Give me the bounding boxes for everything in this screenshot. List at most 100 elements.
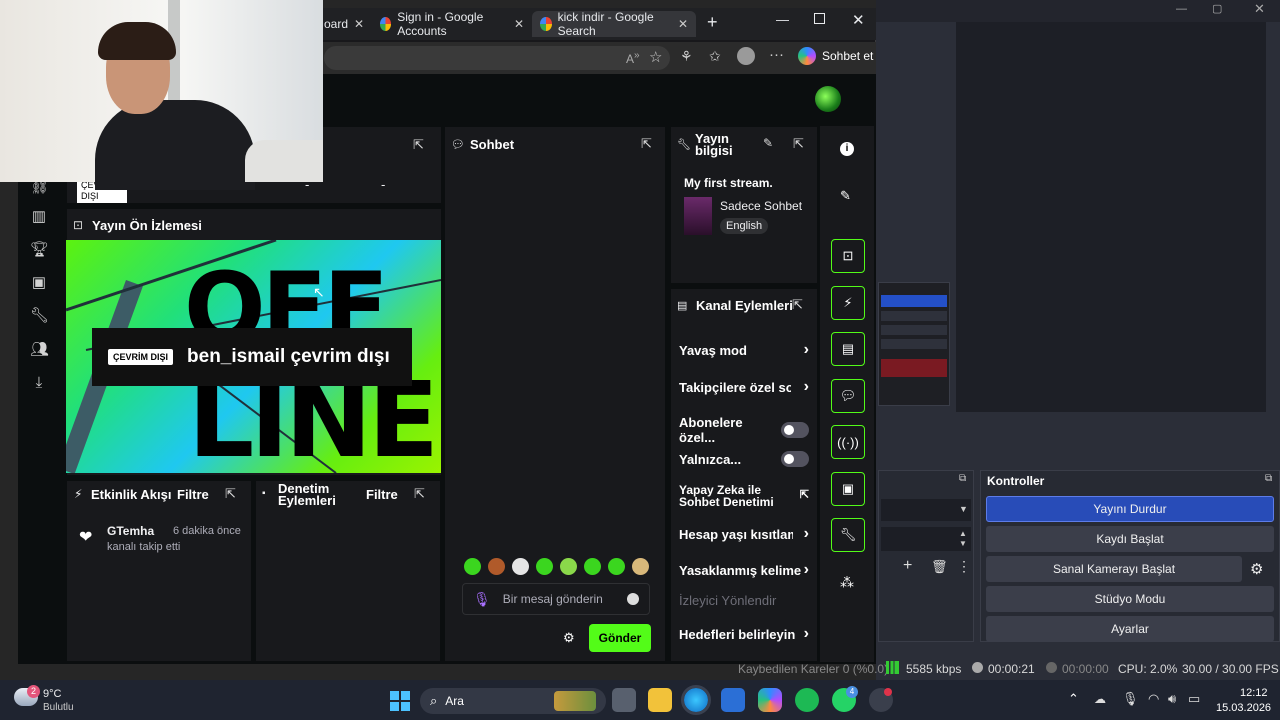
tab-google-accounts[interactable]: Sign in - Google Accounts ✕ xyxy=(372,10,532,38)
popout-icon[interactable]: ⇱ xyxy=(413,137,424,153)
start-virtual-camera-button[interactable]: Sanal Kamerayı Başlat xyxy=(986,556,1242,582)
profile-avatar[interactable] xyxy=(737,47,755,65)
wrench-toggle-button[interactable]: 🔧︎ xyxy=(831,518,865,552)
broadcast-toggle-button[interactable]: ((·)) xyxy=(831,425,865,459)
trophy-icon[interactable]: 🏆︎ xyxy=(30,241,49,259)
popout-icon[interactable]: ⇱ xyxy=(641,136,652,152)
emote-icon[interactable] xyxy=(560,558,577,575)
obs-close-icon[interactable]: ✕ xyxy=(1254,1,1265,17)
emote-icon[interactable] xyxy=(512,558,529,575)
new-tab-icon[interactable]: + xyxy=(707,12,718,33)
stop-stream-button[interactable]: Yayını Durdur xyxy=(986,496,1274,522)
close-icon[interactable]: ✕ xyxy=(852,11,865,29)
action-banned-words[interactable]: Yasaklanmış kelime › xyxy=(679,561,809,579)
spin-down-icon[interactable]: ▼ xyxy=(959,539,967,548)
send-button[interactable]: Gönder xyxy=(589,624,651,652)
virtual-camera-settings-icon[interactable]: ⚙ xyxy=(1250,560,1263,578)
weather-temp[interactable]: 9°C xyxy=(43,688,61,700)
tab-close-icon[interactable]: ✕ xyxy=(514,17,524,31)
edge-icon[interactable] xyxy=(681,685,711,715)
tab-google-search[interactable]: kick indir - Google Search ✕ xyxy=(532,10,696,38)
tray-chevron-icon[interactable]: ⌃ xyxy=(1068,691,1079,707)
only-toggle[interactable] xyxy=(781,451,809,467)
info-icon[interactable]: i xyxy=(840,142,854,156)
obs-minimize-icon[interactable]: — xyxy=(1176,3,1187,15)
battery-icon[interactable]: ▭ xyxy=(1188,691,1200,707)
tab-close-icon[interactable]: ✕ xyxy=(678,17,688,31)
popout-icon[interactable]: ⇱ xyxy=(225,486,236,502)
add-icon[interactable]: + xyxy=(903,557,912,575)
category-name[interactable]: Sadece Sohbet xyxy=(720,199,802,213)
copilot-app-icon[interactable] xyxy=(758,688,782,712)
chat-settings-icon[interactable]: ⚙ xyxy=(563,630,575,646)
obs-maximize-icon[interactable]: ▢ xyxy=(1212,2,1222,15)
emote-icon[interactable] xyxy=(608,558,625,575)
spin-up-icon[interactable]: ▲ xyxy=(959,529,967,538)
popout-icon[interactable]: ⇱ xyxy=(414,486,425,502)
trash-icon[interactable]: 🗑 xyxy=(931,559,948,575)
video-icon[interactable]: ▣ xyxy=(30,274,48,292)
analytics-icon[interactable]: ▥ xyxy=(30,208,48,226)
emoji-icon[interactable] xyxy=(627,593,639,605)
taskbar-search[interactable]: ⌕ Ara xyxy=(420,688,606,714)
layout-toggle-button[interactable]: ▣ xyxy=(831,472,865,506)
microphone-icon[interactable]: 🎙︎ xyxy=(473,591,491,608)
emote-icon[interactable] xyxy=(584,558,601,575)
start-button[interactable] xyxy=(390,691,410,711)
action-account-age[interactable]: Hesap yaşı kısıtlam: › xyxy=(679,525,809,543)
activity-toggle-button[interactable]: ⚡︎ xyxy=(831,286,865,320)
notes-toggle-button[interactable]: ▤ xyxy=(831,332,865,366)
favorites-icon[interactable]: ✩ xyxy=(709,48,721,65)
emote-icon[interactable] xyxy=(632,558,649,575)
popout-icon[interactable]: ⇱ xyxy=(793,136,804,152)
tab-kick-dashboard[interactable]: oard ✕ xyxy=(324,11,370,37)
wrench-icon[interactable]: 🔧︎ xyxy=(30,307,49,325)
chat-input[interactable]: 🎙︎ Bir mesaj gönderin xyxy=(462,583,650,615)
clock-time[interactable]: 12:12 xyxy=(1240,687,1268,699)
chat-toggle-button[interactable]: 💬︎ xyxy=(831,379,865,413)
popout-icon[interactable]: ⇱ xyxy=(792,297,803,313)
activity-filter-button[interactable]: Filtre xyxy=(177,487,209,502)
spotify-icon[interactable] xyxy=(795,688,819,712)
tab-close-icon[interactable]: ✕ xyxy=(354,17,364,31)
address-bar[interactable] xyxy=(324,46,670,70)
studio-mode-button[interactable]: Stüdyo Modu xyxy=(986,586,1274,612)
download-icon[interactable]: ⤓ xyxy=(30,374,48,392)
action-followers-only[interactable]: Takipçilere özel soh › xyxy=(679,378,809,396)
more-widgets-icon[interactable]: ⁂ xyxy=(840,574,854,591)
dropdown-arrow-icon[interactable]: ▼ xyxy=(959,504,968,514)
more-menu-icon[interactable]: ··· xyxy=(769,46,784,63)
users-icon[interactable]: 👥︎ xyxy=(30,341,49,359)
action-set-goals[interactable]: Hedefleri belirleyin › xyxy=(679,625,809,643)
settings-button[interactable]: Ayarlar xyxy=(986,616,1274,642)
favorite-star-icon[interactable]: ☆ xyxy=(649,48,662,66)
onedrive-icon[interactable]: ☁ xyxy=(1094,692,1106,706)
action-subscribers-only[interactable]: Abonelere özel... xyxy=(679,415,809,445)
action-ai-moderation[interactable]: Yapay Zeka ile Sohbet Denetimi ⇱ xyxy=(679,484,809,508)
task-view-icon[interactable] xyxy=(612,688,636,712)
emote-icon[interactable] xyxy=(464,558,481,575)
preview-toggle-button[interactable]: ⊡ xyxy=(831,239,865,273)
pencil-icon[interactable]: ✎ xyxy=(840,188,851,204)
user-avatar[interactable] xyxy=(815,86,841,112)
subscribers-toggle[interactable] xyxy=(781,422,809,438)
more-icon[interactable]: ⋮ xyxy=(957,558,971,575)
edit-icon[interactable]: ✎ xyxy=(763,136,773,150)
dock-popout-icon[interactable]: ⧉ xyxy=(959,473,966,484)
activity-user[interactable]: GTemha xyxy=(107,524,154,538)
emote-icon[interactable] xyxy=(488,558,505,575)
wifi-icon[interactable]: ◠ xyxy=(1148,691,1159,707)
file-explorer-icon[interactable] xyxy=(648,688,672,712)
dock-popout-icon[interactable]: ⧉ xyxy=(1265,473,1272,484)
moderation-filter-button[interactable]: Filtre xyxy=(366,487,398,502)
emote-icon[interactable] xyxy=(536,558,553,575)
minimize-icon[interactable]: — xyxy=(776,12,789,27)
weather-desc[interactable]: Bulutlu xyxy=(43,702,74,713)
start-recording-button[interactable]: Kaydı Başlat xyxy=(986,526,1274,552)
action-slow-mode[interactable]: Yavaş mod › xyxy=(679,341,809,359)
volume-icon[interactable]: 🔊︎ xyxy=(1168,691,1176,707)
clock-date[interactable]: 15.03.2026 xyxy=(1216,702,1271,714)
read-aloud-icon[interactable]: A» xyxy=(626,50,640,66)
copilot-button[interactable]: Sohbet et xyxy=(798,47,873,65)
store-icon[interactable] xyxy=(721,688,745,712)
